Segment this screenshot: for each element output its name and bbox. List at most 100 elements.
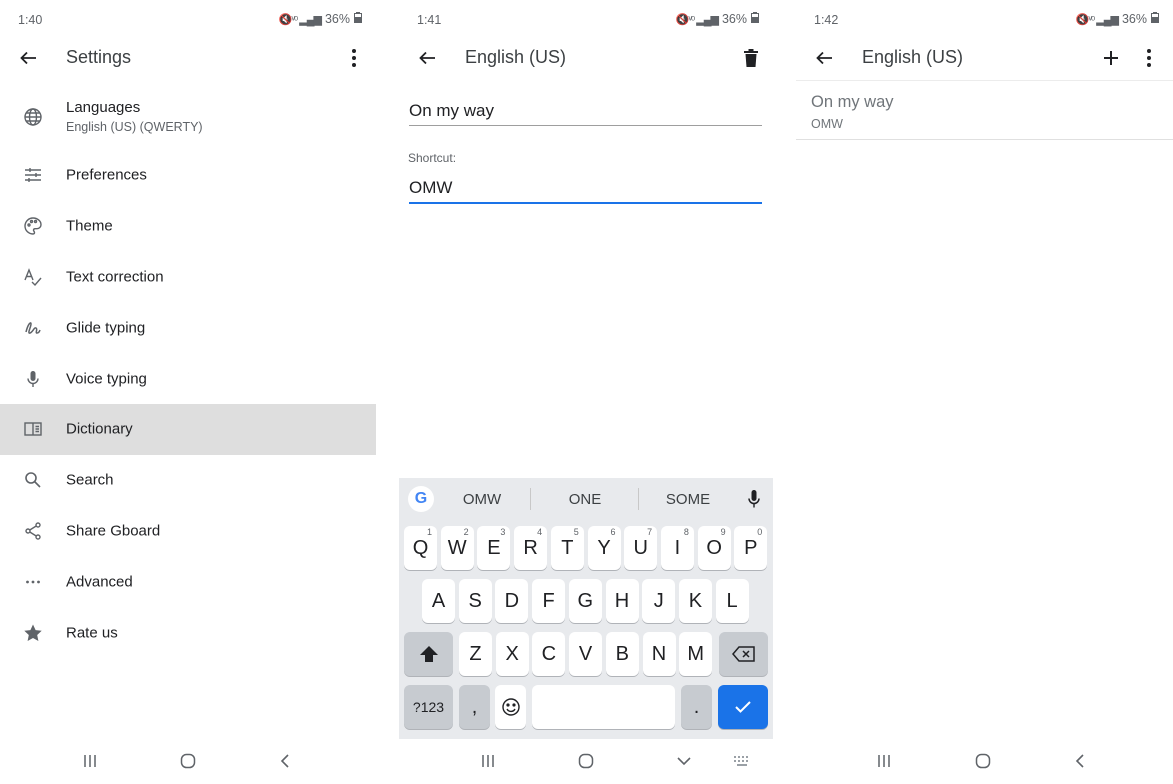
word-field[interactable]: On my way [409,101,762,126]
keyboard-switch-icon[interactable] [730,749,754,773]
key-n[interactable]: N [642,632,676,676]
menu-label: Search [66,471,114,489]
system-nav-bar [0,734,376,784]
dictionary-entry[interactable]: On my way OMW [796,82,1173,140]
more-horiz-icon [22,571,44,593]
recents-icon[interactable] [78,749,102,773]
key-f[interactable]: F [532,579,566,623]
menu-item-advanced[interactable]: Advanced [0,556,376,607]
shift-key[interactable] [404,632,453,676]
key-w[interactable]: W2 [440,526,474,570]
back-arrow-icon[interactable] [413,44,441,72]
key-d[interactable]: D [495,579,529,623]
word-input[interactable]: On my way [409,101,762,121]
backspace-key[interactable] [719,632,768,676]
menu-item-voice-typing[interactable]: Voice typing [0,353,376,404]
menu-item-preferences[interactable]: Preferences [0,150,376,201]
page-title: English (US) [465,47,567,67]
key-z[interactable]: Z [459,632,492,676]
back-nav-icon[interactable] [273,749,297,773]
key-h[interactable]: H [605,579,639,623]
key-b[interactable]: B [605,632,639,676]
menu-label: Rate us [66,624,118,642]
signal-icons: 🔇ᵛᵒ ▂▄▆ [1075,13,1119,26]
status-time: 1:40 [18,13,43,27]
status-bar: 1:42 🔇ᵛᵒ ▂▄▆ 36% [796,0,1173,40]
app-bar: English (US) [796,36,1173,80]
key-t[interactable]: T5 [550,526,584,570]
key-y[interactable]: Y6 [587,526,621,570]
menu-item-languages[interactable]: Languages English (US) (QWERTY) [0,84,376,150]
key-j[interactable]: J [642,579,676,623]
menu-item-search[interactable]: Search [0,455,376,506]
menu-label: Dictionary [66,420,133,438]
menu-item-share-gboard[interactable]: Share Gboard [0,506,376,557]
shortcut-field[interactable]: OMW [409,178,762,204]
book-icon [22,418,44,440]
back-arrow-icon[interactable] [810,44,838,72]
key-s[interactable]: S [458,579,492,623]
more-vert-icon[interactable] [340,44,368,72]
recents-icon[interactable] [476,749,500,773]
recents-icon[interactable] [872,749,896,773]
share-icon [22,520,44,542]
menu-item-rate-us[interactable]: Rate us [0,607,376,658]
key-p[interactable]: P0 [734,526,768,570]
home-icon[interactable] [971,749,995,773]
status-bar: 1:41 🔇ᵛᵒ ▂▄▆ 36% [399,0,773,40]
menu-item-text-correction[interactable]: Text correction [0,252,376,303]
key-v[interactable]: V [569,632,603,676]
key-q[interactable]: Q1 [404,526,437,570]
mic-icon[interactable] [745,488,763,510]
battery-icon [354,12,362,26]
menu-item-theme[interactable]: Theme [0,201,376,252]
comma-key[interactable]: , [459,685,490,729]
hide-keyboard-icon[interactable] [672,749,696,773]
shortcut-input[interactable]: OMW [409,178,762,198]
app-bar: Settings [0,36,376,80]
add-icon[interactable] [1097,44,1125,72]
suggestion-item[interactable]: OMW [437,491,527,508]
key-k[interactable]: K [678,579,712,623]
entry-word: On my way [811,93,894,111]
more-vert-icon[interactable] [1135,44,1163,72]
suggestion-item[interactable]: ONE [540,491,630,508]
menu-label: Theme [66,217,113,235]
key-o[interactable]: O9 [697,526,731,570]
key-c[interactable]: C [532,632,566,676]
text-correction-icon [22,266,44,288]
menu-item-dictionary[interactable]: Dictionary [0,403,376,455]
menu-item-glide-typing[interactable]: Glide typing [0,302,376,353]
google-g-icon[interactable]: G [408,486,434,512]
key-m[interactable]: M [679,632,713,676]
home-icon[interactable] [176,749,200,773]
key-g[interactable]: G [568,579,602,623]
home-icon[interactable] [574,749,598,773]
edit-word-screen: 1:41 🔇ᵛᵒ ▂▄▆ 36% English (US) On my way … [399,0,773,784]
status-time: 1:41 [417,13,442,27]
symbols-key[interactable]: ?123 [404,685,453,729]
key-l[interactable]: L [715,579,749,623]
settings-screen: 1:40 🔇ᵛᵒ ▂▄▆ 36% Settings Languages Engl… [0,0,376,784]
key-u[interactable]: U7 [624,526,658,570]
app-bar: English (US) [399,36,773,80]
space-key[interactable] [532,685,675,729]
key-a[interactable]: A [422,579,455,623]
menu-label: Voice typing [66,370,147,388]
page-title: Settings [66,47,132,67]
delete-icon[interactable] [737,44,765,72]
period-key[interactable]: . [681,685,712,729]
battery-icon [751,12,759,26]
shift-icon [419,646,438,662]
key-i[interactable]: I8 [660,526,694,570]
battery-icon [1151,12,1159,26]
enter-key[interactable] [718,685,768,729]
key-r[interactable]: R4 [514,526,548,570]
emoji-key[interactable] [495,685,526,729]
suggestion-strip: G OMW ONE SOME [399,478,773,520]
key-x[interactable]: X [495,632,529,676]
back-arrow-icon[interactable] [14,44,42,72]
suggestion-item[interactable]: SOME [643,491,733,508]
key-e[interactable]: E3 [477,526,511,570]
back-nav-icon[interactable] [1068,749,1092,773]
